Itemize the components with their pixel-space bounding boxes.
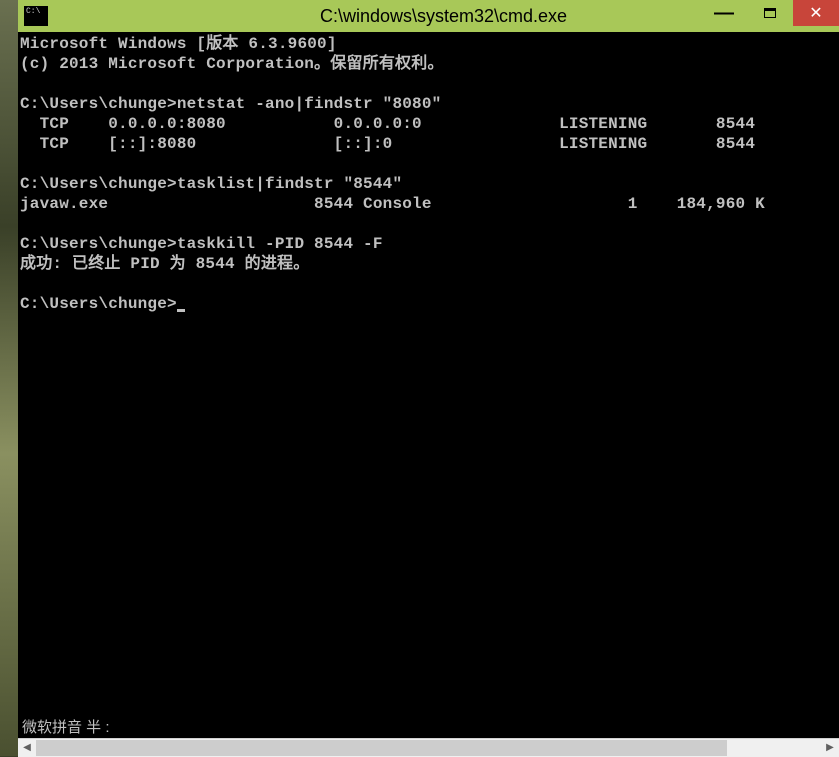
scroll-left-arrow[interactable]: ◀ [18, 739, 36, 757]
terminal-line: 成功: 已终止 PID 为 8544 的进程。 [20, 255, 309, 273]
terminal-line: Microsoft Windows [版本 6.3.9600] [20, 35, 337, 53]
terminal-prompt: C:\Users\chunge>netstat -ano|findstr "80… [20, 95, 441, 113]
terminal-line: TCP 0.0.0.0:8080 0.0.0.0:0 LISTENING 854… [20, 115, 755, 133]
scroll-track[interactable] [36, 739, 821, 757]
cmd-window: C:\windows\system32\cmd.exe — ✕ Microsof… [18, 0, 839, 756]
titlebar[interactable]: C:\windows\system32\cmd.exe — ✕ [18, 0, 839, 32]
terminal-output[interactable]: Microsoft Windows [版本 6.3.9600] (c) 2013… [18, 32, 839, 718]
cursor [177, 309, 185, 312]
terminal-line: (c) 2013 Microsoft Corporation。保留所有权利。 [20, 55, 444, 73]
maximize-icon [764, 8, 776, 18]
terminal-line: javaw.exe 8544 Console 1 184,960 K [20, 195, 765, 213]
ime-status-bar: 微软拼音 半 : [18, 718, 839, 738]
desktop-icons-strip [0, 0, 20, 756]
minimize-button[interactable]: — [701, 0, 747, 26]
window-controls: — ✕ [701, 0, 839, 26]
scroll-right-arrow[interactable]: ▶ [821, 739, 839, 757]
ime-text: 微软拼音 半 : [22, 719, 110, 736]
terminal-line: TCP [::]:8080 [::]:0 LISTENING 8544 [20, 135, 755, 153]
terminal-prompt: C:\Users\chunge>tasklist|findstr "8544" [20, 175, 402, 193]
terminal-prompt: C:\Users\chunge> [20, 295, 177, 313]
terminal-prompt: C:\Users\chunge>taskkill -PID 8544 -F [20, 235, 383, 253]
cmd-icon[interactable] [24, 6, 48, 26]
horizontal-scrollbar[interactable]: ◀ ▶ [18, 738, 839, 756]
close-button[interactable]: ✕ [793, 0, 839, 26]
maximize-button[interactable] [747, 0, 793, 26]
scroll-thumb[interactable] [36, 740, 727, 756]
